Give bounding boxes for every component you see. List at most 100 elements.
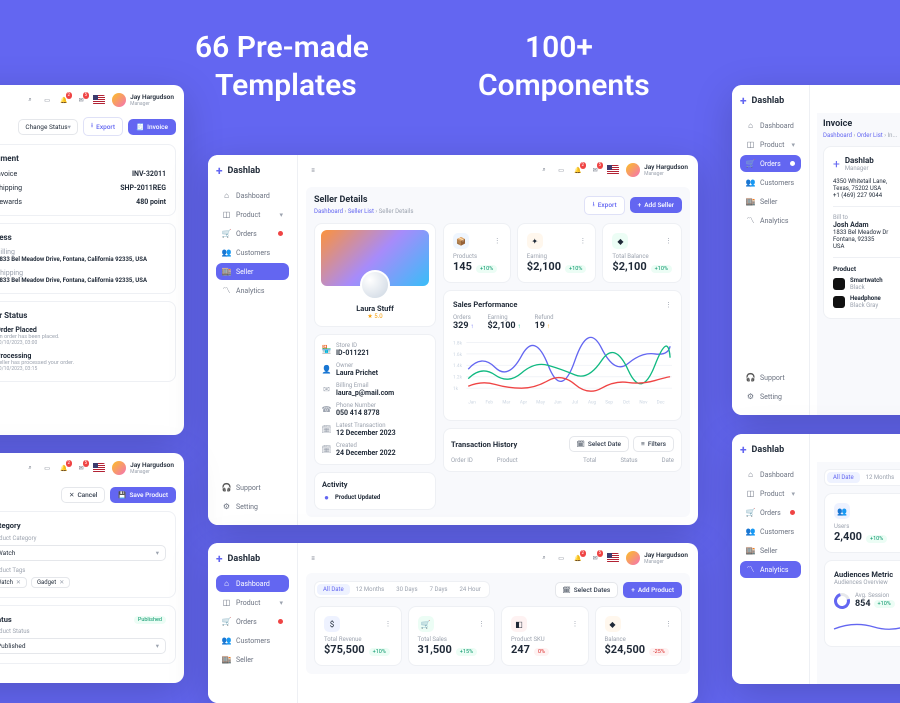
search-icon[interactable]: ⌕ [25, 463, 35, 473]
inbox-icon[interactable]: ✉5 [590, 165, 600, 175]
select-dates-button[interactable]: 🗓 Select Dates [555, 582, 619, 598]
flag-icon[interactable] [607, 165, 619, 175]
avatar [112, 93, 126, 107]
nav-analytics[interactable]: 〽Analytics [740, 561, 801, 578]
svg-text:Aug: Aug [588, 399, 596, 405]
menu-icon[interactable]: ≡ [308, 553, 318, 563]
date-tabs[interactable]: All Date 12 Months 3... [824, 469, 900, 486]
svg-text:Apr: Apr [520, 399, 528, 405]
category-select[interactable]: Watch▾ [0, 545, 166, 561]
panel-seller-details: +Dashlab ⌂Dashboard ◫Product▾ 🛒Orders 👥C… [208, 155, 698, 525]
add-seller-button[interactable]: + Add Seller [630, 197, 682, 213]
inbox-icon[interactable]: ✉5 [76, 463, 86, 473]
svg-text:Jan: Jan [468, 399, 476, 405]
breadcrumb[interactable]: Dashboard › Seller List › Seller Details [314, 208, 413, 215]
nav-setting[interactable]: ⚙Setting [740, 388, 801, 405]
panel-analytics: +Dashlab ⌂Dashboard ◫Product▾ 🛒Orders 👥C… [732, 434, 900, 684]
search-icon[interactable]: ⌕ [539, 165, 549, 175]
inbox-icon[interactable]: ✉5 [590, 553, 600, 563]
nav-setting[interactable]: ⚙Setting [216, 498, 289, 515]
nav-customers[interactable]: 👥Customers [216, 632, 289, 649]
hero-right-bot: Components [478, 68, 650, 103]
nav-support[interactable]: 🎧Support [216, 479, 289, 496]
stat-sales: 🛒⋮ Total Sales 31,500+15% [408, 606, 496, 666]
stat-balance: ◆⋮ Total Balance $2,100+10% [602, 223, 682, 283]
nav-seller[interactable]: 🏬Seller [216, 651, 289, 668]
calendar-icon[interactable]: ▭ [42, 463, 52, 473]
hero-right-top: 100+ [525, 30, 593, 65]
more-icon[interactable]: ⋮ [494, 237, 501, 245]
nav-product[interactable]: ◫Product▾ [216, 206, 289, 223]
select-date-button[interactable]: 🗓 Select Date [569, 436, 629, 452]
nav-product[interactable]: ◫Product▾ [740, 136, 801, 153]
nav-analytics[interactable]: 〽Analytics [216, 282, 289, 299]
tag[interactable]: Watch ✕ [0, 577, 27, 588]
sales-chart: 1.8k 1.6k 1.4k 1.2k 1k Jan Feb [453, 335, 672, 409]
export-button[interactable]: ⭳ Export [584, 196, 624, 215]
nav-orders[interactable]: 🛒Orders [740, 155, 801, 172]
panel-product-form: ⌕ ▭ 🔔2 ✉5 Jay HargudsonManager A smartph… [0, 453, 184, 683]
nav-dashboard[interactable]: ⌂Dashboard [740, 117, 801, 134]
search-icon[interactable]: ⌕ [539, 553, 549, 563]
breadcrumb[interactable]: Dashboard › Order List › In... [823, 132, 900, 139]
nav-product[interactable]: ◫Product▾ [740, 485, 801, 502]
calendar-icon[interactable]: ▭ [556, 553, 566, 563]
svg-text:1.8k: 1.8k [453, 340, 463, 346]
nav-customers[interactable]: 👥Customers [740, 174, 801, 191]
nav-seller[interactable]: 🏬Seller [216, 263, 289, 280]
bell-icon[interactable]: 🔔2 [573, 553, 583, 563]
tag[interactable]: Gadget ✕ [31, 577, 70, 588]
invoice-button[interactable]: 🧾 Invoice [128, 119, 176, 135]
nav-customers[interactable]: 👥Customers [740, 523, 801, 540]
sales-performance-card: Sales Performance⋮ Orders329↑ Earning$2,… [443, 290, 682, 421]
panel-invoice: +Dashlab ⌂Dashboard ◫Product▾ 🛒Orders 👥C… [732, 85, 900, 415]
doc-row: 🧾InvoiceINV-32011 [0, 169, 166, 178]
svg-text:1.6k: 1.6k [453, 352, 463, 358]
change-status-select[interactable]: Change Status ▾ [18, 119, 78, 135]
nav-dashboard[interactable]: ⌂Dashboard [216, 575, 289, 592]
nav-analytics[interactable]: 〽Analytics [740, 212, 801, 229]
user-menu[interactable]: Jay HargudsonManager [626, 163, 688, 177]
date-tabs[interactable]: All Date 12 Months 30 Days 7 Days 24 Hou… [314, 581, 490, 598]
brand[interactable]: +Dashlab [216, 165, 289, 177]
nav-dashboard[interactable]: ⌂Dashboard [740, 466, 801, 483]
save-product-button[interactable]: 💾 Save Product [110, 487, 176, 503]
bell-icon[interactable]: 🔔2 [59, 463, 69, 473]
export-button[interactable]: ⭳ Export [83, 117, 123, 136]
seller-profile-card: Laura Stuff ★ 5.0 [314, 223, 436, 327]
nav-customers[interactable]: 👥Customers [216, 244, 289, 261]
nav-orders[interactable]: 🛒Orders [740, 504, 801, 521]
status-select[interactable]: Published▾ [0, 638, 166, 654]
inbox-icon[interactable]: ✉5 [76, 95, 86, 105]
nav-dashboard[interactable]: ⌂Dashboard [216, 187, 289, 204]
svg-text:Oct: Oct [623, 399, 631, 405]
calendar-icon[interactable]: ▭ [556, 165, 566, 175]
flag-icon[interactable] [93, 95, 105, 105]
nav-support[interactable]: 🎧Support [740, 369, 801, 386]
stat-earning: ✦⋮ Earning $2,100+10% [517, 223, 597, 283]
cancel-button[interactable]: ✕ Cancel [61, 487, 105, 503]
page-title: Seller Details [314, 195, 413, 205]
nav-product[interactable]: ◫Product▾ [216, 594, 289, 611]
nav-orders[interactable]: 🛒Orders [216, 225, 289, 242]
hero-left-bot: Templates [215, 68, 357, 103]
filters-button[interactable]: ≡ Filters [633, 436, 674, 452]
svg-text:Feb: Feb [485, 399, 493, 405]
nav-orders[interactable]: 🛒Orders [216, 613, 289, 630]
activity-card: Activity ●Product Updated [314, 472, 436, 510]
bell-icon[interactable]: 🔔2 [59, 95, 69, 105]
stat-products: 📦⋮ Products 145+10% [443, 223, 511, 283]
stat-sku: ◧⋮ Product SKU 2470% [501, 606, 589, 666]
status-card: StatusPublished Product Status Published… [0, 605, 176, 664]
calendar-icon[interactable]: ▭ [42, 95, 52, 105]
svg-text:Jun: Jun [554, 399, 562, 405]
menu-icon[interactable]: ≡ [308, 165, 318, 175]
flag-icon[interactable] [93, 463, 105, 473]
user-menu[interactable]: Jay HargudsonManager [112, 93, 174, 107]
nav-seller[interactable]: 🏬Seller [740, 542, 801, 559]
search-icon[interactable]: ⌕ [25, 95, 35, 105]
bell-icon[interactable]: 🔔2 [573, 165, 583, 175]
svg-text:Nov: Nov [639, 399, 648, 405]
nav-seller[interactable]: 🏬Seller [740, 193, 801, 210]
add-product-button[interactable]: + Add Product [623, 582, 682, 598]
